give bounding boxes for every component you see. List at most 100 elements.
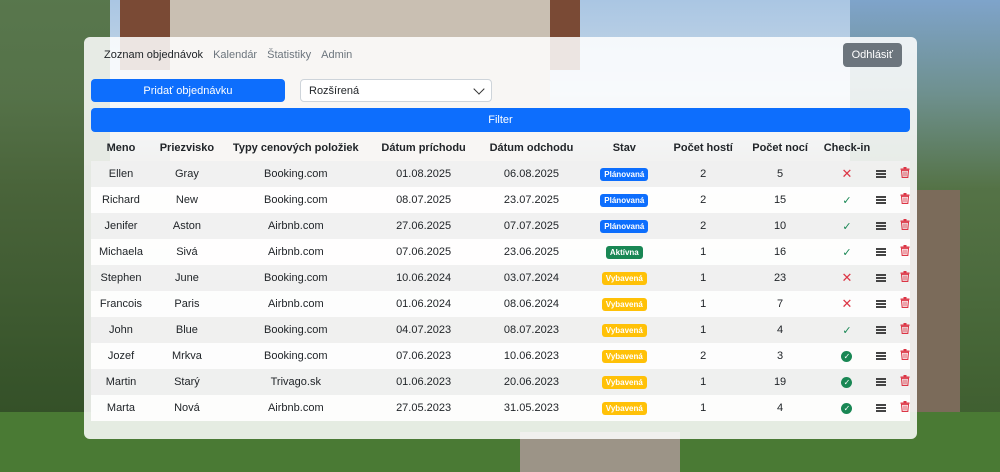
cell-price-type: Booking.com (263, 324, 328, 336)
top-nav: Zoznam objednávok Kalendár Štatistiky Ad… (104, 49, 352, 61)
cell-nights: 4 (777, 402, 784, 414)
list-icon[interactable] (875, 352, 886, 360)
row-actions (875, 297, 910, 311)
view-select[interactable]: Rozšírená (300, 79, 492, 102)
cell-nights: 7 (777, 298, 784, 310)
cell-price-type: Booking.com (263, 350, 328, 362)
cell-guests: 2 (700, 168, 707, 180)
cell-last-name: Paris (174, 298, 200, 310)
cell-last-name: Mrkva (171, 350, 202, 362)
status-badge: Plánovaná (600, 193, 649, 207)
cell-first-name: Francois (99, 298, 143, 310)
cell-first-name: Jenifer (104, 220, 138, 232)
check-icon: ✓ (842, 246, 852, 259)
row-actions (875, 219, 910, 233)
cell-checkin: ✓ (818, 187, 876, 213)
list-icon[interactable] (875, 170, 886, 178)
cell-nights: 4 (777, 324, 784, 336)
table-row: Jozef Mrkva Booking.com 07.06.2023 10.06.202… (91, 343, 910, 369)
cell-departure: 23.07.2025 (503, 194, 559, 206)
cell-last-name: New (175, 194, 198, 206)
cell-checkin: ✓ (818, 369, 876, 395)
table-row: Martin Starý Trivago.sk 01.06.2023 20.06.202… (91, 369, 910, 395)
cell-last-name: Blue (175, 324, 198, 336)
table-row: Francois Paris Airbnb.com 01.06.2024 08.06.2… (91, 291, 910, 317)
check-circle-icon: ✓ (841, 377, 853, 388)
list-icon[interactable] (875, 222, 886, 230)
status-badge: Aktívna (605, 245, 643, 259)
cell-last-name: Starý (174, 376, 200, 388)
list-icon[interactable] (875, 326, 886, 334)
status-badge: Vybavená (601, 297, 647, 311)
list-icon[interactable] (875, 248, 886, 256)
status-badge: Vybavená (601, 375, 647, 389)
check-icon: ✓ (842, 324, 852, 337)
nav-admin[interactable]: Admin (321, 49, 352, 61)
cell-guests: 1 (700, 272, 707, 284)
cell-arrival: 01.08.2025 (396, 168, 452, 180)
cell-actions (875, 265, 910, 291)
logout-button[interactable]: Odhlásiť (842, 43, 902, 67)
cell-arrival: 04.07.2023 (396, 324, 452, 336)
cell-actions (875, 239, 910, 265)
cell-arrival: 08.07.2025 (396, 194, 452, 206)
cell-departure: 06.08.2025 (503, 168, 559, 180)
trash-icon[interactable] (900, 167, 910, 181)
cell-price-type: Booking.com (263, 168, 328, 180)
list-icon[interactable] (875, 274, 886, 282)
cell-actions (875, 343, 910, 369)
cell-arrival: 01.06.2023 (396, 376, 452, 388)
list-icon[interactable] (875, 196, 886, 204)
check-icon: ✓ (842, 220, 852, 233)
cell-checkin: ✓ (818, 213, 876, 239)
table-row: John Blue Booking.com 04.07.2023 08.07.2023 V… (91, 317, 910, 343)
trash-icon[interactable] (900, 349, 910, 363)
cell-checkin: ✕ (818, 161, 876, 187)
chevron-down-icon (473, 82, 485, 95)
row-actions (875, 401, 910, 415)
filter-button[interactable]: Filter (91, 108, 910, 132)
cell-status: Plánovaná (584, 187, 664, 213)
status-badge: Vybavená (601, 349, 647, 363)
trash-icon[interactable] (900, 297, 910, 311)
nav-calendar[interactable]: Kalendár (213, 49, 257, 61)
view-select-value: Rozšírená (309, 84, 360, 97)
cell-price-type: Airbnb.com (267, 298, 324, 310)
row-actions (875, 323, 910, 337)
trash-icon[interactable] (900, 401, 910, 415)
cell-checkin: ✓ (818, 395, 876, 421)
cell-departure: 23.06.2025 (503, 246, 559, 258)
cell-guests: 2 (700, 194, 707, 206)
row-actions (875, 375, 910, 389)
list-icon[interactable] (875, 404, 886, 412)
status-badge: Vybavená (601, 271, 647, 285)
cell-nights: 10 (773, 220, 787, 232)
trash-icon[interactable] (900, 193, 910, 207)
trash-icon[interactable] (900, 375, 910, 389)
orders-table: Meno Priezvisko Typy cenových položiek D… (91, 135, 910, 421)
trash-icon[interactable] (900, 323, 910, 337)
cell-departure: 10.06.2023 (503, 350, 559, 362)
cell-first-name: Jozef (107, 350, 135, 362)
cell-guests: 1 (700, 298, 707, 310)
trash-icon[interactable] (900, 219, 910, 233)
table-row: Michaela Sivá Airbnb.com 07.06.2025 23.06.20… (91, 239, 910, 265)
nav-orders[interactable]: Zoznam objednávok (104, 49, 203, 61)
status-badge: Plánovaná (600, 167, 649, 181)
cell-checkin: ✓ (818, 317, 876, 343)
trash-icon[interactable] (900, 271, 910, 285)
check-icon: ✓ (842, 194, 852, 207)
cell-status: Vybavená (584, 343, 664, 369)
cell-checkin: ✕ (818, 265, 876, 291)
nav-statistics[interactable]: Štatistiky (267, 49, 311, 61)
header-checkin: Check-in (823, 142, 871, 154)
list-icon[interactable] (875, 300, 886, 308)
cell-actions (875, 161, 910, 187)
cell-last-name: Aston (172, 220, 201, 232)
cell-price-type: Booking.com (263, 194, 328, 206)
add-order-button[interactable]: Pridať objednávku (91, 79, 285, 102)
trash-icon[interactable] (900, 245, 910, 259)
list-icon[interactable] (875, 378, 886, 386)
cell-actions (875, 369, 910, 395)
cell-departure: 08.07.2023 (503, 324, 559, 336)
